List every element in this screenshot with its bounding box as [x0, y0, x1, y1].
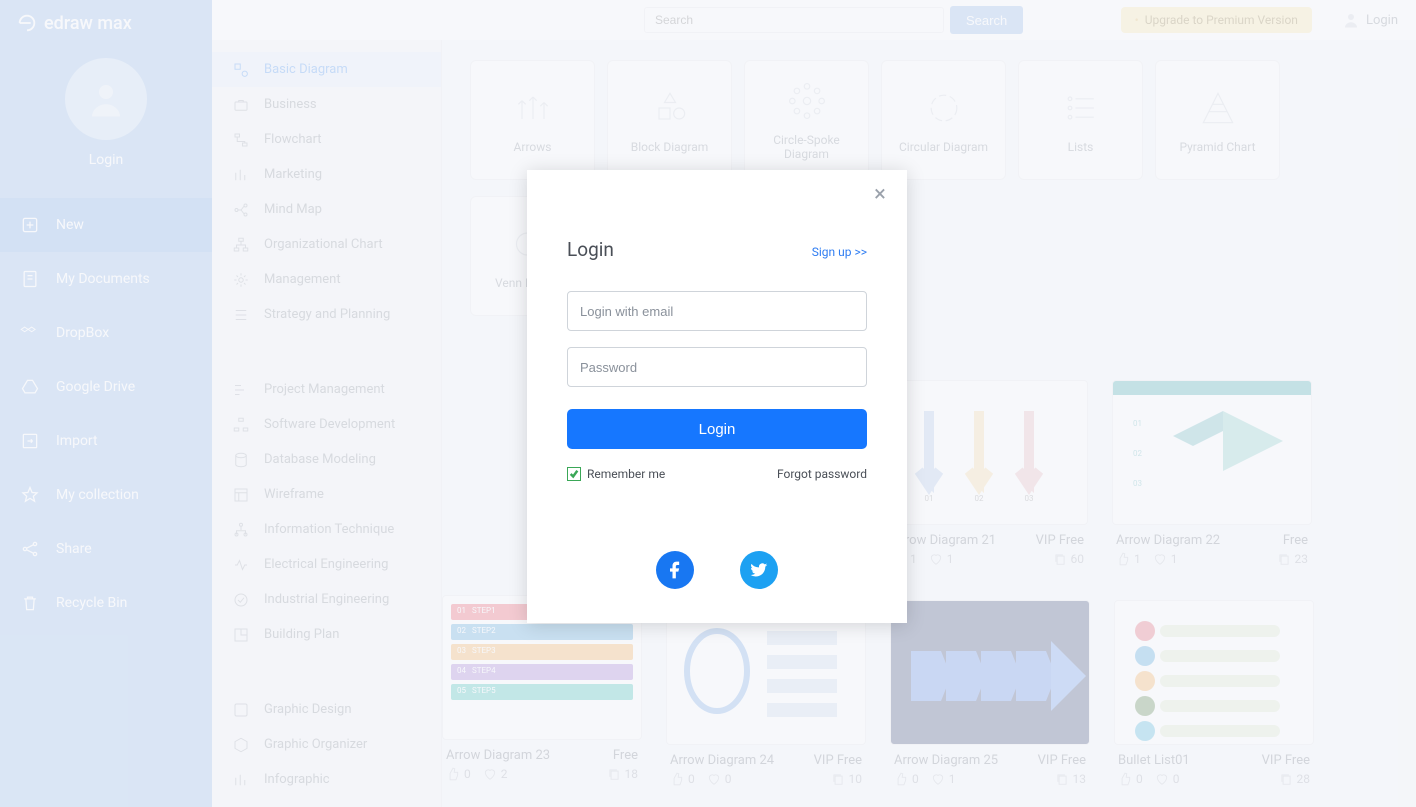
facebook-login-button[interactable] — [656, 551, 694, 589]
email-input[interactable] — [567, 291, 867, 331]
checkbox-checked-icon — [567, 467, 581, 481]
login-button[interactable]: Login — [567, 409, 867, 449]
twitter-icon — [749, 560, 769, 580]
twitter-login-button[interactable] — [740, 551, 778, 589]
modal-title: Login — [567, 238, 614, 261]
forgot-password-link[interactable]: Forgot password — [777, 467, 867, 481]
remember-label: Remember me — [587, 467, 665, 481]
remember-me-checkbox[interactable]: Remember me — [567, 467, 665, 481]
close-icon[interactable]: × — [869, 184, 891, 206]
signup-link[interactable]: Sign up >> — [812, 245, 867, 259]
password-input[interactable] — [567, 347, 867, 387]
login-modal: × Login Sign up >> Login Remember me For… — [527, 170, 907, 623]
facebook-icon — [665, 560, 685, 580]
